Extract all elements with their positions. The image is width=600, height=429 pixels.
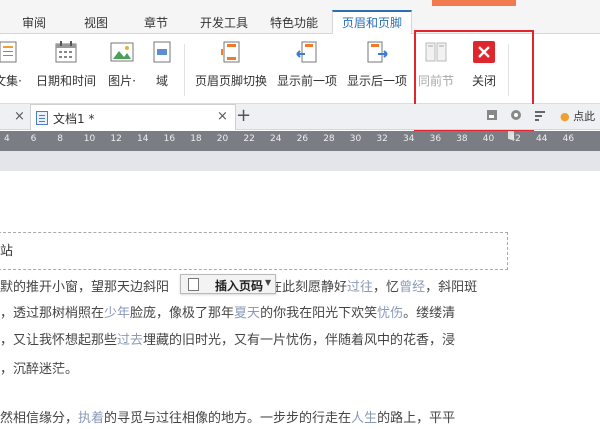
- new-tab-icon[interactable]: +: [236, 104, 251, 128]
- picture-icon: [110, 40, 134, 64]
- field-icon: [150, 40, 174, 64]
- ruler-tick-label: 6: [30, 134, 37, 144]
- document-tab-name: 文档1 *: [53, 112, 95, 126]
- header-footer-switch-icon: [219, 40, 243, 64]
- show-next-button[interactable]: 显示后一项: [344, 40, 410, 94]
- page-margin-area: [0, 151, 600, 171]
- tab-special-features[interactable]: 特色功能: [266, 12, 322, 34]
- header-area-box[interactable]: [0, 232, 508, 270]
- ruler-tick-label: 14: [137, 134, 149, 144]
- calendar-icon: [54, 40, 78, 64]
- ruler-tick-label: 30: [349, 134, 362, 144]
- ruler-tick-label: 32: [376, 134, 388, 144]
- ruler-tick-label: 42: [509, 134, 521, 144]
- header-footer-switch-button[interactable]: 页眉页脚切换: [192, 40, 270, 94]
- restore-icon[interactable]: [486, 109, 498, 121]
- paragraph-line: ，沉醉迷茫。: [0, 362, 79, 377]
- ruler-tick-label: 4: [4, 134, 10, 144]
- header-text: 站: [0, 244, 14, 259]
- ruler-tick-label: 26: [296, 134, 309, 144]
- ruler-tick-label: 18: [190, 134, 202, 144]
- document-tab[interactable]: 文档1 * ×: [30, 104, 236, 130]
- tab-developer-tools[interactable]: 开发工具: [196, 12, 252, 34]
- document-icon: [36, 111, 48, 125]
- show-next-icon: [365, 40, 389, 64]
- horizontal-ruler[interactable]: 4 6 8 10 12 14 16 18 20 22 24 26 28 30 32 34 36 38 40 42 44 4…: [0, 131, 600, 151]
- ruler-tick-label: 20: [216, 134, 229, 144]
- ruler-tick-label: 44: [536, 134, 548, 144]
- tab-header-footer[interactable]: 页眉和页脚: [332, 10, 412, 35]
- ruler-tick-label: 38: [456, 134, 468, 144]
- ruler-tick-label: 34: [403, 134, 415, 144]
- orange-accent-bar: [432, 0, 516, 6]
- chevron-down-icon: ▼: [265, 278, 272, 287]
- show-previous-icon: [295, 40, 319, 64]
- show-previous-button[interactable]: 显示前一项: [274, 40, 340, 94]
- ruler-tick-label: 10: [83, 134, 96, 144]
- close-tab-icon[interactable]: ×: [217, 110, 228, 123]
- tip-link[interactable]: ● 点此: [560, 108, 595, 124]
- field-button[interactable]: 域: [146, 40, 178, 94]
- paragraph-line: ，又让我怀想起那些过去埋藏的旧时光，又有一片忧伤，伴随着风中的花香，浸: [0, 333, 456, 348]
- date-time-button[interactable]: 日期和时间: [34, 40, 98, 94]
- ruler-tick-label: 40: [482, 134, 495, 144]
- ruler-tick-label: 12: [110, 134, 122, 144]
- tab-chapter[interactable]: 章节: [140, 12, 172, 34]
- menu-icon[interactable]: [534, 109, 546, 121]
- ribbon-tab-strip: 审阅 视图 章节 开发工具 特色功能 页眉和页脚: [0, 0, 600, 35]
- tab-review[interactable]: 审阅: [18, 12, 50, 34]
- picture-button[interactable]: 图片·: [104, 40, 140, 94]
- tab-view[interactable]: 视图: [80, 12, 112, 34]
- document-page[interactable]: [0, 171, 600, 429]
- ruler-tick-label: 36: [429, 134, 442, 144]
- doc-parts-button[interactable]: 文集·: [0, 40, 28, 94]
- page-number-icon: [188, 278, 199, 291]
- ruler-tick-label: 22: [243, 134, 255, 144]
- ruler-tick-label: 8: [57, 134, 63, 144]
- ruler-tick-label: 46: [562, 134, 575, 144]
- ruler-tick-label: 28: [323, 134, 335, 144]
- close-tab-icon[interactable]: ×: [14, 110, 25, 123]
- ruler-tick-label: 24: [270, 134, 282, 144]
- ribbon-separator: [184, 44, 185, 96]
- lightbulb-icon: ●: [560, 110, 570, 123]
- paragraph-line: ，透过那树梢照在少年脸庞，像极了那年夏天的你我在阳光下欢笑忧伤。缕缕清: [0, 306, 456, 321]
- ruler-tick-label: 16: [163, 134, 176, 144]
- insert-page-number-button[interactable]: 插入页码 ▼: [180, 274, 276, 294]
- paragraph-line: 然相信缘分，执着的寻觅与过往相像的地方。一步步的行走在人生的路上，平平: [0, 411, 456, 426]
- settings-icon[interactable]: [510, 109, 522, 121]
- doc-parts-icon: [0, 40, 20, 64]
